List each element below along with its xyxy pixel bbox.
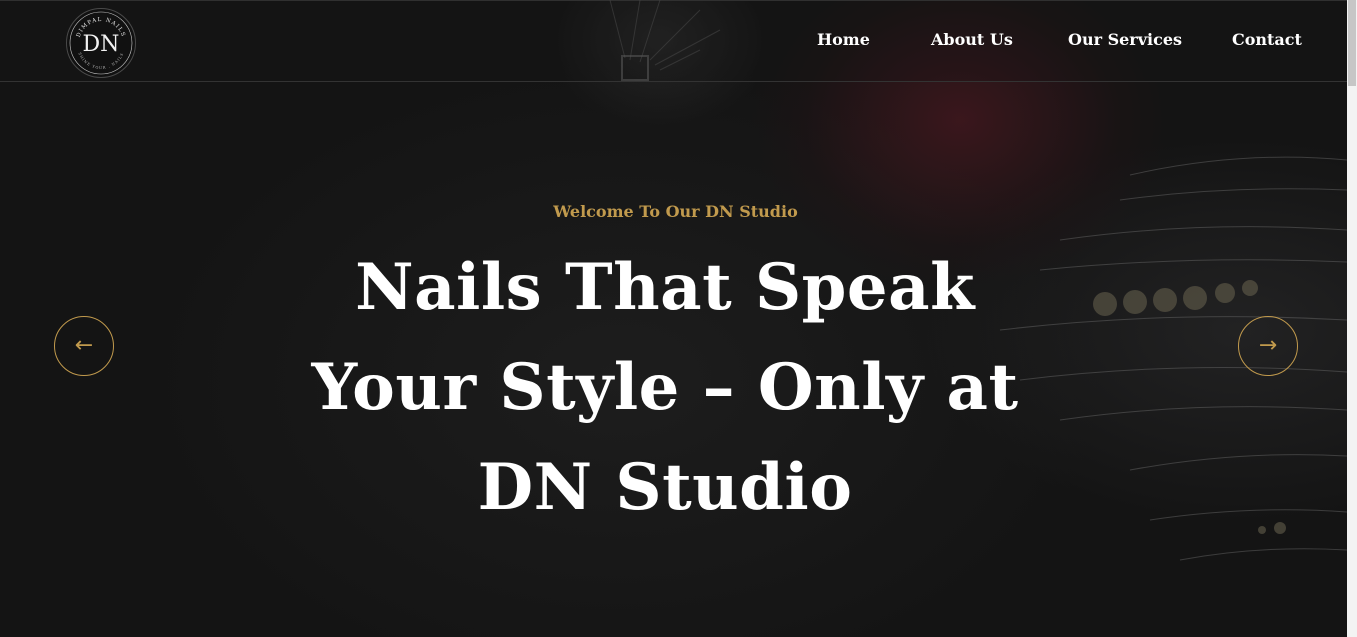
carousel-prev-button[interactable]: ← (54, 316, 114, 376)
dimpal-nails-logo[interactable]: DIMPAL NAILS SHINE YOUR . NAILS DN (66, 8, 136, 78)
nav-about-us-link[interactable]: About Us (931, 28, 1013, 52)
nav-home-link[interactable]: Home (817, 28, 870, 52)
nav-our-services-link[interactable]: Our Services (1068, 28, 1182, 52)
arrow-left-icon: ← (74, 333, 94, 358)
nav-contact-link[interactable]: Contact (1232, 28, 1302, 52)
carousel-next-button[interactable]: → (1238, 316, 1298, 376)
hero-subtitle: Welcome To Our DN Studio (553, 202, 798, 221)
hero-slider: DIMPAL NAILS SHINE YOUR . NAILS DN Home … (0, 0, 1357, 637)
logo-monogram: DN (83, 32, 120, 57)
site-header: DIMPAL NAILS SHINE YOUR . NAILS DN Home … (0, 0, 1347, 82)
scrollbar-track[interactable] (1347, 0, 1357, 637)
hero-title: Nails That Speak Your Style – Only at DN… (311, 250, 1019, 525)
logo-emblem-icon: DIMPAL NAILS SHINE YOUR . NAILS DN (69, 11, 133, 75)
arrow-right-icon: → (1258, 333, 1278, 358)
scrollbar-thumb[interactable] (1348, 0, 1356, 86)
